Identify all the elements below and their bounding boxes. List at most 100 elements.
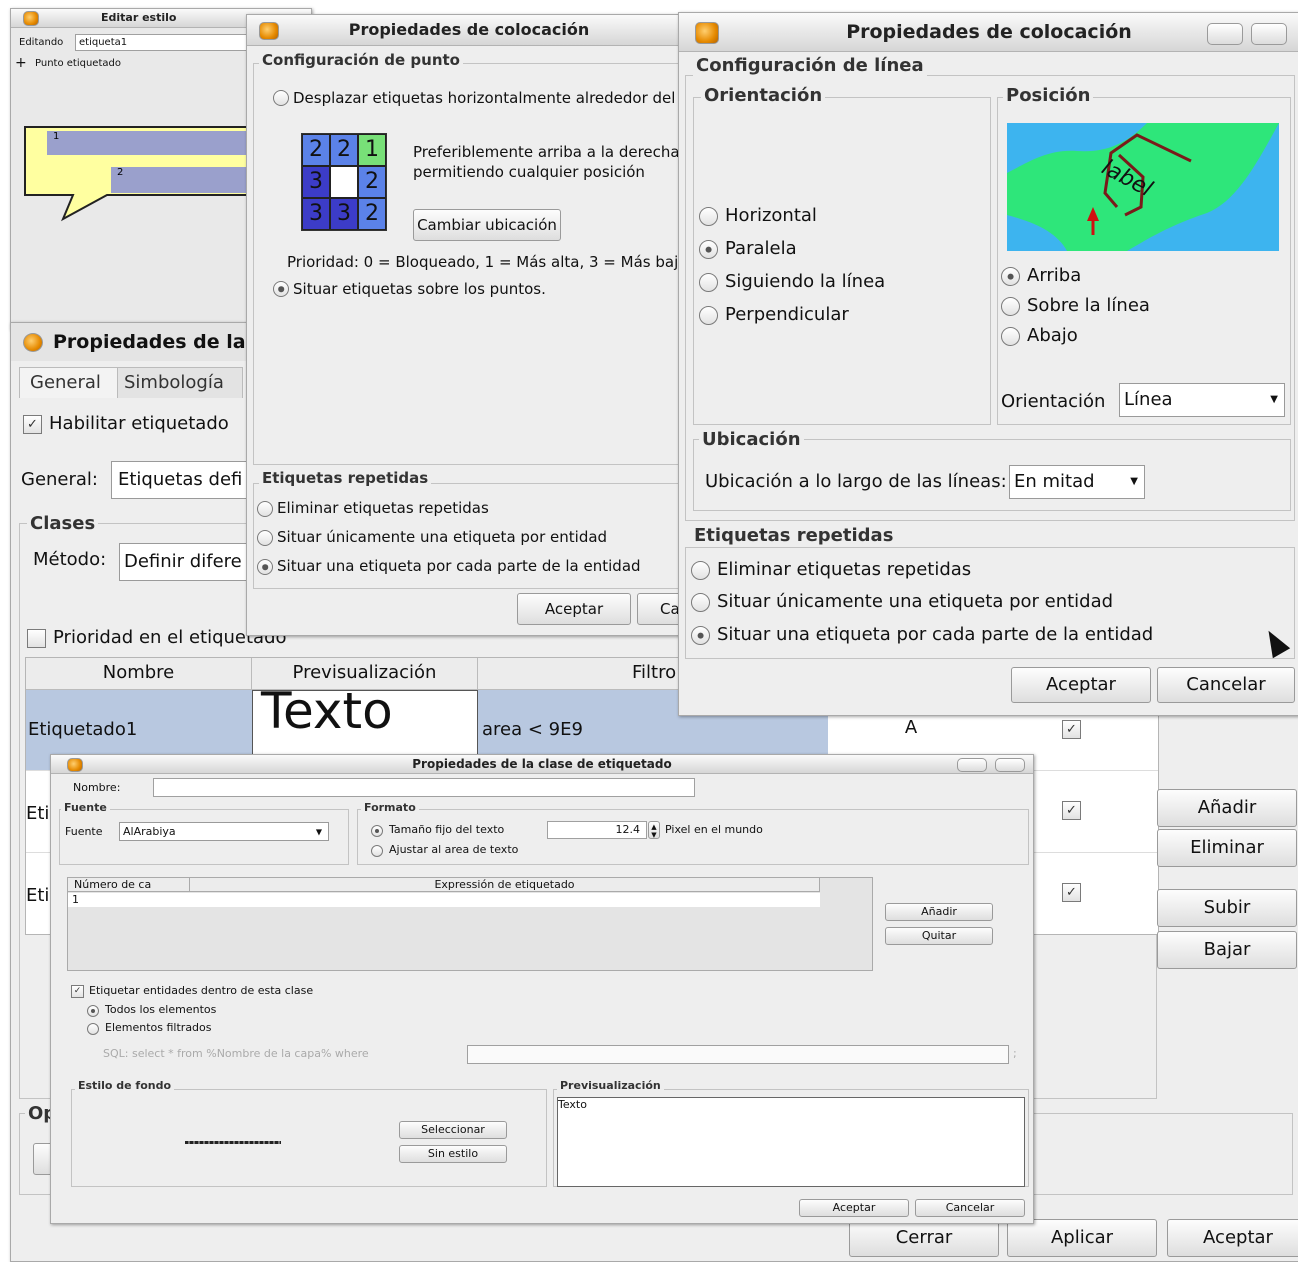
name-input[interactable] <box>153 778 695 797</box>
select-style-button[interactable]: Seleccionar <box>399 1121 507 1139</box>
point-rep3-radio[interactable] <box>257 559 273 575</box>
row2-name: Eti <box>26 803 50 824</box>
row2-checkbox[interactable]: ✓ <box>1062 801 1081 820</box>
minimize-icon[interactable] <box>957 758 987 772</box>
chevron-down-icon: ▼ <box>315 827 322 836</box>
class-accept-button[interactable]: Aceptar <box>799 1199 909 1217</box>
pos-above-label: Arriba <box>1027 265 1082 286</box>
expr-header-expression[interactable]: Expressión de etiquetado <box>190 878 820 892</box>
label-entities-checkbox[interactable]: ✓ <box>71 985 84 998</box>
accept-button[interactable]: Aceptar <box>1167 1219 1298 1257</box>
table-row[interactable]: 1 <box>68 893 820 907</box>
expr-header-number[interactable]: Número de ca <box>68 878 190 892</box>
grid-cell[interactable]: 2 <box>302 134 330 166</box>
fit-area-radio[interactable] <box>371 845 383 857</box>
pos-on-line-radio[interactable] <box>1001 297 1020 316</box>
grid-cell[interactable]: 2 <box>358 166 386 198</box>
priority-grid[interactable]: 2 2 1 3 2 3 3 2 <box>301 133 387 231</box>
grid-cell[interactable]: 3 <box>302 166 330 198</box>
pos-below-label: Abajo <box>1027 325 1078 346</box>
expr-add-button[interactable]: Añadir <box>885 903 993 921</box>
general-combo[interactable]: Etiquetas defi <box>111 461 261 499</box>
point-placement-dialog: Propiedades de colocación Configuración … <box>246 14 692 636</box>
orientation-legend: Orientación <box>701 85 826 106</box>
orient-follow-radio[interactable] <box>699 273 718 292</box>
line-rep1-radio[interactable] <box>691 561 710 580</box>
row1-checkbox[interactable]: ✓ <box>1062 720 1081 739</box>
name-label: Nombre: <box>73 781 121 794</box>
close-button[interactable]: Cerrar <box>849 1219 999 1257</box>
line-dialog-titlebar[interactable]: Propiedades de colocación <box>679 13 1298 52</box>
table-header-name[interactable]: Nombre <box>26 658 252 690</box>
location-legend: Ubicación <box>699 429 804 450</box>
line-rep2-label: Situar únicamente una etiqueta por entid… <box>717 591 1114 612</box>
font-combo[interactable]: AlArabiya ▼ <box>119 822 329 841</box>
priority-text: Prioridad: 0 = Bloqueado, 1 = Más alta, … <box>287 253 688 271</box>
size-input[interactable]: 12.4 <box>547 821 647 839</box>
method-combo[interactable]: Definir difere <box>119 543 261 581</box>
change-location-button[interactable]: Cambiar ubicación <box>413 209 561 241</box>
method-combo-value: Definir difere <box>124 551 242 572</box>
sql-end-label: ; <box>1013 1047 1017 1060</box>
pos-above-radio[interactable] <box>1001 267 1020 286</box>
remove-class-button[interactable]: Eliminar <box>1157 829 1297 867</box>
classes-legend: Clases <box>27 513 99 534</box>
line-rep3-radio[interactable] <box>691 626 710 645</box>
fixed-size-radio[interactable] <box>371 825 383 837</box>
row3-checkbox[interactable]: ✓ <box>1062 883 1081 902</box>
move-horizontal-radio[interactable] <box>273 90 289 106</box>
point-rep3-label: Situar una etiqueta por cada parte de la… <box>277 557 641 575</box>
line-dialog-icon <box>695 22 719 44</box>
minimize-icon[interactable] <box>1207 23 1243 45</box>
preference-line2: permitiendo cualquier posición <box>413 163 645 181</box>
no-style-button[interactable]: Sin estilo <box>399 1145 507 1163</box>
class-cancel-button[interactable]: Cancelar <box>915 1199 1025 1217</box>
editing-field[interactable]: etiqueta1 <box>75 34 275 51</box>
pos-below-radio[interactable] <box>1001 327 1020 346</box>
apply-button[interactable]: Aplicar <box>1007 1219 1157 1257</box>
priority-checkbox[interactable] <box>27 629 46 648</box>
preview-box: Texto <box>557 1097 1025 1187</box>
size-spinner[interactable]: ▲ ▼ <box>648 821 660 839</box>
move-down-button[interactable]: Bajar <box>1157 931 1297 969</box>
orient-horizontal-radio[interactable] <box>699 207 718 226</box>
row1-col4-text: A <box>904 717 918 738</box>
grid-cell[interactable]: 2 <box>330 134 358 166</box>
orient-perpendicular-radio[interactable] <box>699 306 718 325</box>
bubble-label-1: 1 <box>53 131 59 142</box>
line-rep3-label: Situar una etiqueta por cada parte de la… <box>717 624 1154 645</box>
class-dialog-titlebar[interactable]: Propiedades de la clase de etiquetado <box>51 755 1033 774</box>
method-label: Método: <box>33 549 107 570</box>
filtered-elements-radio[interactable] <box>87 1023 99 1035</box>
maximize-icon[interactable] <box>995 758 1025 772</box>
grid-cell[interactable]: 1 <box>358 134 386 166</box>
line-accept-button[interactable]: Aceptar <box>1011 667 1151 703</box>
add-class-button[interactable]: Añadir <box>1157 789 1297 827</box>
sql-where-input[interactable] <box>467 1045 1009 1064</box>
row3-name: Eti <box>26 885 50 906</box>
location-combo[interactable]: En mitad ▼ <box>1009 465 1145 499</box>
grid-cell[interactable]: 3 <box>302 198 330 230</box>
line-repeated-legend: Etiquetas repetidas <box>691 525 897 546</box>
point-dialog-titlebar[interactable]: Propiedades de colocación <box>247 15 691 46</box>
maximize-icon[interactable] <box>1251 23 1287 45</box>
enable-labeling-checkbox[interactable]: ✓ <box>23 415 42 434</box>
orientation-combo[interactable]: Línea ▼ <box>1119 383 1285 417</box>
label-class-dialog: Propiedades de la clase de etiquetado No… <box>50 754 1034 1224</box>
line-rep2-radio[interactable] <box>691 593 710 612</box>
table-header-preview[interactable]: Previsualización <box>252 658 478 690</box>
place-over-points-radio[interactable] <box>273 281 289 297</box>
grid-cell[interactable]: 3 <box>330 198 358 230</box>
expr-remove-button[interactable]: Quitar <box>885 927 993 945</box>
orient-parallel-radio[interactable] <box>699 240 718 259</box>
grid-cell[interactable] <box>330 166 358 198</box>
line-cancel-button[interactable]: Cancelar <box>1157 667 1295 703</box>
move-up-button[interactable]: Subir <box>1157 889 1297 927</box>
grid-cell[interactable]: 2 <box>358 198 386 230</box>
point-rep2-radio[interactable] <box>257 530 273 546</box>
tab-symbology[interactable]: Simbología <box>117 367 243 398</box>
point-accept-button[interactable]: Aceptar <box>517 593 631 625</box>
tab-general[interactable]: General <box>19 367 119 398</box>
point-rep1-radio[interactable] <box>257 501 273 517</box>
all-elements-radio[interactable] <box>87 1005 99 1017</box>
